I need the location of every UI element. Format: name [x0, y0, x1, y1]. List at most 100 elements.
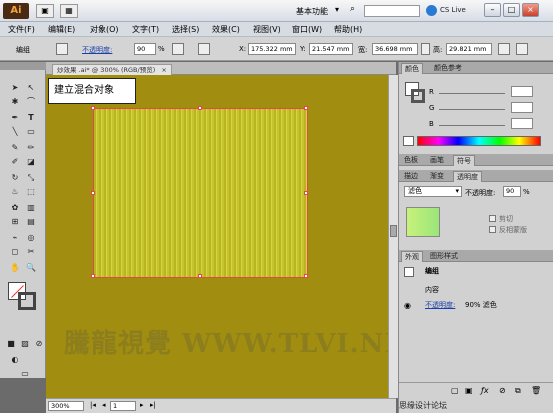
clear-appearance-icon[interactable]: ⊘	[499, 386, 506, 395]
blend-tool-icon[interactable]: ◎	[24, 232, 38, 244]
screen-mode-icon[interactable]: ▭	[18, 368, 32, 380]
channel-g-slider[interactable]	[439, 109, 505, 110]
pencil-tool-icon[interactable]: ✏	[24, 142, 38, 154]
tab-color[interactable]: 颜色	[401, 63, 423, 74]
transform-icon[interactable]	[498, 43, 510, 55]
menu-effect[interactable]: 效果(C)	[212, 24, 240, 35]
blob-brush-tool-icon[interactable]: ✐	[8, 156, 22, 168]
brush-tool-icon[interactable]: ✎	[8, 142, 22, 154]
menu-help[interactable]: 帮助(H)	[334, 24, 362, 35]
blend-mode-select[interactable]: 滤色 ▾	[404, 186, 462, 197]
scrollbar-thumb[interactable]	[390, 225, 397, 237]
gradient-tool-icon[interactable]: ▤	[24, 216, 38, 228]
tab-color-guide[interactable]: 颜色参考	[431, 63, 465, 74]
opacity-mask-thumbnail[interactable]	[406, 207, 440, 237]
tab-appearance[interactable]: 外观	[401, 251, 423, 262]
color-stroke-swatch[interactable]	[411, 89, 425, 103]
select-tool-icon[interactable]: ➤	[8, 82, 22, 94]
graph-tool-icon[interactable]: ▥	[24, 202, 38, 214]
minimize-button[interactable]: –	[484, 3, 501, 17]
selection-handle[interactable]	[198, 106, 202, 110]
menu-view[interactable]: 视图(V)	[253, 24, 281, 35]
search-input[interactable]	[364, 5, 420, 17]
gradient-mode-icon[interactable]: ▨	[18, 338, 32, 350]
channel-r-slider[interactable]	[439, 93, 505, 94]
line-tool-icon[interactable]: ╲	[8, 126, 22, 138]
tab-transparency[interactable]: 透明度	[453, 171, 482, 182]
reference-point-icon[interactable]	[198, 43, 210, 55]
free-transform-tool-icon[interactable]: ⬚	[24, 186, 38, 198]
add-effect-icon[interactable]: ƒx	[481, 386, 489, 395]
none-mode-icon[interactable]: ⊘	[32, 338, 46, 350]
selection-handle[interactable]	[91, 106, 95, 110]
rotate-tool-icon[interactable]: ↻	[8, 172, 22, 184]
menu-type[interactable]: 文字(T)	[132, 24, 159, 35]
scissors-tool-icon[interactable]: ✂	[24, 246, 38, 258]
blend-object[interactable]	[91, 106, 308, 278]
cslive-icon[interactable]	[426, 5, 437, 16]
tab-stroke[interactable]: 描边	[401, 171, 421, 182]
bridge-icon[interactable]: ▣	[36, 4, 54, 18]
transparency-opacity-input[interactable]: 90	[503, 186, 521, 197]
y-input[interactable]: 21.547 mm	[309, 43, 353, 55]
clip-checkbox[interactable]	[489, 215, 496, 222]
selection-handle[interactable]	[91, 274, 95, 278]
zoom-select[interactable]: 300%	[48, 401, 84, 411]
selection-handle[interactable]	[198, 274, 202, 278]
invert-mask-checkbox[interactable]	[489, 226, 496, 233]
magic-wand-tool-icon[interactable]: ✱	[8, 96, 22, 108]
appearance-opacity-row[interactable]: ◉ 不透明度: 90% 滤色	[399, 299, 553, 312]
tab-swatches[interactable]: 色板	[401, 155, 421, 166]
appearance-content-row[interactable]: 内容	[399, 284, 553, 297]
vertical-scrollbar[interactable]	[388, 75, 398, 398]
stroke-swatch[interactable]	[18, 292, 36, 310]
direct-select-tool-icon[interactable]: ↖	[24, 82, 38, 94]
visibility-eye-icon[interactable]: ◉	[404, 299, 411, 312]
height-input[interactable]: 29.821 mm	[446, 43, 492, 55]
tab-symbols[interactable]: 符号	[453, 155, 475, 166]
color-mode-icon[interactable]: ■	[4, 338, 18, 350]
opacity-input[interactable]: 90	[134, 43, 156, 55]
selection-handle[interactable]	[304, 191, 308, 195]
warp-tool-icon[interactable]: ♨	[8, 186, 22, 198]
recolor-icon[interactable]	[172, 43, 184, 55]
type-tool-icon[interactable]: T	[24, 112, 38, 124]
lasso-tool-icon[interactable]: ⌒	[24, 96, 38, 108]
channel-r-input[interactable]	[511, 86, 533, 97]
eraser-tool-icon[interactable]: ◪	[24, 156, 38, 168]
opacity-link[interactable]: 不透明度:	[82, 45, 112, 55]
close-button[interactable]: ×	[522, 3, 539, 17]
rectangle-tool-icon[interactable]: ▭	[24, 126, 38, 138]
stroke-swatch-icon[interactable]	[56, 43, 68, 55]
slice-tool-icon[interactable]: ◻	[8, 246, 22, 258]
delete-item-icon[interactable]: 🗑	[531, 386, 541, 395]
cslive-label[interactable]: CS Live	[440, 6, 466, 14]
menu-object[interactable]: 对象(O)	[90, 24, 119, 35]
eyedropper-tool-icon[interactable]: ⌁	[8, 232, 22, 244]
prev-page-icon[interactable]: ◂	[102, 401, 106, 409]
selection-handle[interactable]	[304, 106, 308, 110]
channel-b-slider[interactable]	[439, 125, 505, 126]
menu-edit[interactable]: 编辑(E)	[48, 24, 75, 35]
link-icon[interactable]	[421, 43, 430, 55]
chevron-down-icon[interactable]: ▾	[335, 5, 339, 14]
last-page-icon[interactable]: ▸|	[150, 401, 156, 409]
channel-b-input[interactable]	[511, 118, 533, 129]
page-select[interactable]: 1	[110, 401, 136, 411]
selection-handle[interactable]	[304, 274, 308, 278]
new-stroke-icon[interactable]: ▣	[465, 386, 473, 395]
document-tab-close[interactable]: ×	[161, 66, 166, 74]
symbol-sprayer-tool-icon[interactable]: ✿	[8, 202, 22, 214]
x-input[interactable]: 175.322 mm	[248, 43, 296, 55]
workspace-switcher[interactable]: 基本功能	[296, 6, 328, 17]
panel-menu-icon[interactable]	[516, 43, 528, 55]
scale-tool-icon[interactable]: ⤡	[24, 172, 38, 184]
menu-file[interactable]: 文件(F)	[8, 24, 35, 35]
document-tab[interactable]: 炒效果 .ai* @ 300% (RGB/预览) ×	[52, 64, 172, 75]
first-page-icon[interactable]: |◂	[90, 401, 96, 409]
hand-tool-icon[interactable]: ✋	[8, 262, 22, 274]
arrange-documents-icon[interactable]: ▦	[60, 4, 78, 18]
tab-brushes[interactable]: 画笔	[427, 155, 447, 166]
menu-select[interactable]: 选择(S)	[172, 24, 199, 35]
mesh-tool-icon[interactable]: ⊞	[8, 216, 22, 228]
